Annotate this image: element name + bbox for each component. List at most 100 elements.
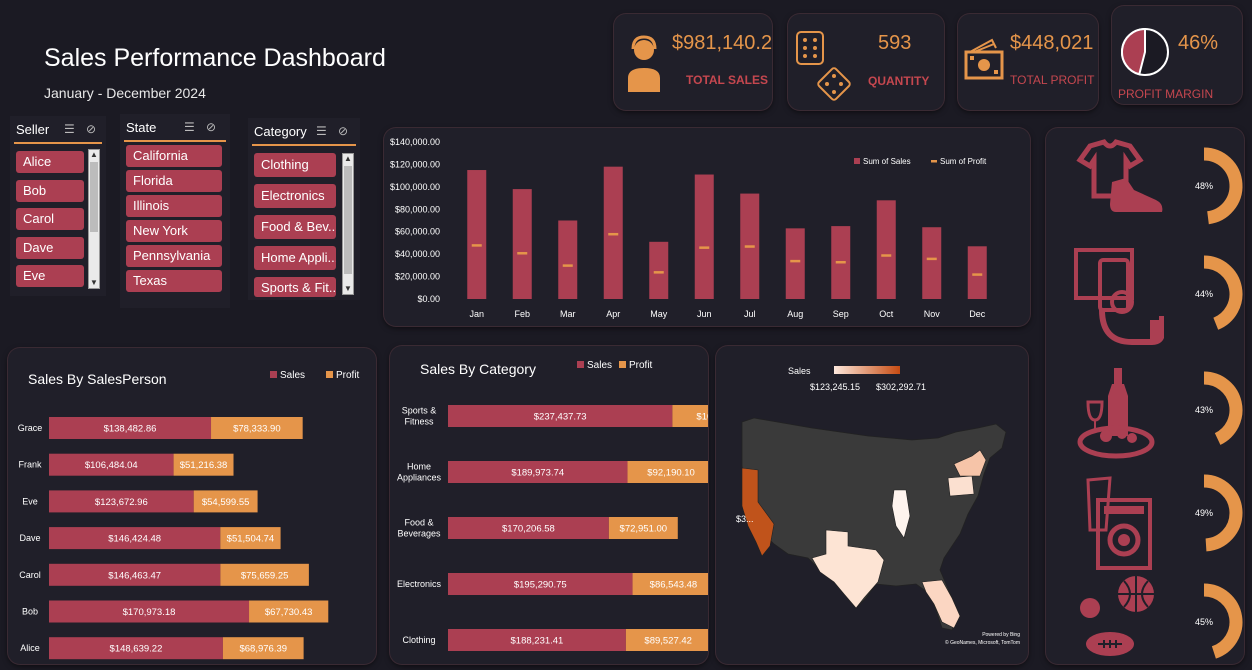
seller-item-alice[interactable]: Alice bbox=[16, 151, 84, 173]
profit-data-label: $51,504.74 bbox=[227, 534, 275, 545]
y-tick-label: $100,000.00 bbox=[390, 182, 440, 192]
clear-filter-icon[interactable]: ⊘ bbox=[86, 122, 96, 136]
sales-map-panel: Sales $123,245.15 $302,292.71 $3... Powe… bbox=[716, 346, 1028, 664]
profit-marker[interactable] bbox=[790, 259, 801, 263]
sales-bar[interactable] bbox=[603, 166, 623, 299]
seller-scrollbar[interactable]: ▲ ▼ bbox=[88, 149, 100, 289]
profit-marker[interactable] bbox=[881, 254, 892, 257]
category-label: Food & bbox=[404, 518, 433, 528]
state-item-texas[interactable]: Texas bbox=[126, 270, 222, 292]
map-credit-bing: Powered by Bing bbox=[982, 632, 1020, 638]
slicer-divider bbox=[14, 142, 102, 144]
salesperson-chart-panel: Sales By SalesPerson Sales Profit Grace $138… bbox=[8, 348, 376, 664]
category-item-food-beverages[interactable]: Food & Bev... bbox=[254, 215, 336, 239]
y-tick-label: $0.00 bbox=[417, 294, 440, 304]
kpi-profit-margin-card: 46% PROFIT MARGIN bbox=[1112, 6, 1242, 104]
clear-filter-icon[interactable]: ⊘ bbox=[206, 120, 216, 134]
category-slicer-title: Category bbox=[254, 124, 307, 139]
category-label: Alice bbox=[20, 643, 40, 653]
profit-data-label: $106,808.64 bbox=[696, 412, 708, 423]
profit-marker[interactable] bbox=[699, 246, 710, 249]
category-chart-panel: Sales By Category Sales Profit Sports & Fitn… bbox=[390, 346, 708, 664]
scroll-down-icon[interactable]: ▼ bbox=[343, 284, 353, 294]
sales-bar[interactable] bbox=[467, 170, 487, 299]
state-item-california[interactable]: California bbox=[126, 145, 222, 167]
margin-ring-label: 48% bbox=[1195, 181, 1213, 191]
sales-bar[interactable] bbox=[922, 227, 942, 299]
category-label: Appliances bbox=[397, 473, 442, 483]
sales-bar[interactable] bbox=[649, 241, 669, 299]
multi-select-icon[interactable]: ☰ bbox=[64, 122, 75, 136]
profit-margin-label: PROFIT MARGIN bbox=[1118, 87, 1214, 101]
profit-marker[interactable] bbox=[926, 257, 937, 261]
legend-sales-swatch bbox=[854, 158, 860, 164]
y-tick-label: $20,000.00 bbox=[395, 272, 440, 282]
sales-data-label: $195,290.75 bbox=[514, 580, 567, 591]
kpi-total-sales-card: $981,140.2 TOTAL SALES bbox=[614, 14, 772, 110]
us-map-base bbox=[741, 417, 1007, 631]
profit-data-label: $67,730.43 bbox=[265, 607, 313, 618]
clear-filter-icon[interactable]: ⊘ bbox=[338, 124, 348, 138]
sales-map[interactable]: Sales $123,245.15 $302,292.71 $3... Powe… bbox=[716, 346, 1028, 664]
scroll-down-icon[interactable]: ▼ bbox=[89, 278, 99, 288]
profit-marker[interactable] bbox=[972, 273, 983, 276]
sales-bar[interactable] bbox=[876, 200, 896, 299]
scrollbar-thumb[interactable] bbox=[90, 162, 98, 232]
sales-bar[interactable] bbox=[967, 246, 987, 299]
monthly-sales-chart: $0.00 $20,000.00 $40,000.00 $60,000.00 $80,0… bbox=[390, 137, 987, 319]
profit-marker[interactable] bbox=[835, 260, 846, 264]
sales-bar[interactable] bbox=[785, 228, 805, 299]
slicer-divider bbox=[252, 144, 356, 146]
category-item-electronics[interactable]: Electronics bbox=[254, 184, 336, 208]
map-legend-min: $123,245.15 bbox=[810, 382, 860, 392]
legend-sales-swatch bbox=[270, 371, 277, 378]
total-profit-label: TOTAL PROFIT bbox=[1010, 73, 1095, 87]
sales-data-label: $138,482.86 bbox=[104, 424, 157, 435]
profit-margin-pie bbox=[1121, 27, 1169, 76]
category-item-clothing[interactable]: Clothing bbox=[254, 153, 336, 177]
seller-item-eve[interactable]: Eve bbox=[16, 265, 84, 287]
sales-bar[interactable] bbox=[558, 220, 578, 300]
profit-marker[interactable] bbox=[653, 271, 664, 274]
scroll-up-icon[interactable]: ▲ bbox=[89, 150, 99, 160]
profit-marker[interactable] bbox=[517, 252, 528, 255]
state-item-new-york[interactable]: New York bbox=[126, 220, 222, 242]
x-tick-label: Dec bbox=[969, 309, 986, 319]
multi-select-icon[interactable]: ☰ bbox=[184, 120, 195, 134]
category-label: Bob bbox=[22, 607, 38, 617]
profit-marker[interactable] bbox=[471, 244, 482, 247]
profit-margin-value: 46% bbox=[1178, 32, 1219, 54]
profit-data-label: $89,527.42 bbox=[644, 636, 692, 647]
category-label: Fitness bbox=[404, 417, 434, 427]
legend-profit-swatch bbox=[326, 371, 333, 378]
category-margin-rings: 48% 44% 43% 49% 45% bbox=[1195, 147, 1243, 659]
seller-item-carol[interactable]: Carol bbox=[16, 208, 84, 230]
profit-marker[interactable] bbox=[562, 264, 573, 267]
seller-item-bob[interactable]: Bob bbox=[16, 180, 84, 202]
profit-marker[interactable] bbox=[608, 232, 619, 236]
multi-select-icon[interactable]: ☰ bbox=[316, 124, 327, 138]
state-pennsylvania[interactable] bbox=[947, 475, 975, 497]
sales-bar[interactable] bbox=[694, 174, 714, 299]
margin-ring-label: 49% bbox=[1195, 508, 1213, 518]
state-item-florida[interactable]: Florida bbox=[126, 170, 222, 192]
sales-bar[interactable] bbox=[512, 189, 532, 299]
scrollbar-thumb[interactable] bbox=[344, 166, 352, 274]
y-tick-label: $60,000.00 bbox=[395, 227, 440, 237]
category-scrollbar[interactable]: ▲ ▼ bbox=[342, 153, 354, 295]
legend-sales-label: Sum of Sales bbox=[863, 157, 911, 166]
profit-data-label: $72,951.00 bbox=[620, 524, 668, 535]
category-item-sports-fitness[interactable]: Sports & Fit... bbox=[254, 277, 336, 297]
sales-data-label: $189,973.74 bbox=[511, 468, 564, 479]
x-tick-label: May bbox=[650, 309, 668, 319]
category-item-home-appliances[interactable]: Home Appli... bbox=[254, 246, 336, 270]
scroll-up-icon[interactable]: ▲ bbox=[343, 154, 353, 164]
profit-marker[interactable] bbox=[744, 245, 755, 248]
x-tick-label: Apr bbox=[606, 309, 620, 319]
dice-icon bbox=[796, 31, 851, 101]
sales-data-label: $188,231.41 bbox=[511, 636, 564, 647]
kpi-quantity-card: 593 QUANTITY bbox=[788, 14, 944, 110]
seller-item-dave[interactable]: Dave bbox=[16, 237, 84, 259]
state-item-illinois[interactable]: Illinois bbox=[126, 195, 222, 217]
state-item-pennsylvania[interactable]: Pennsylvania bbox=[126, 245, 222, 267]
